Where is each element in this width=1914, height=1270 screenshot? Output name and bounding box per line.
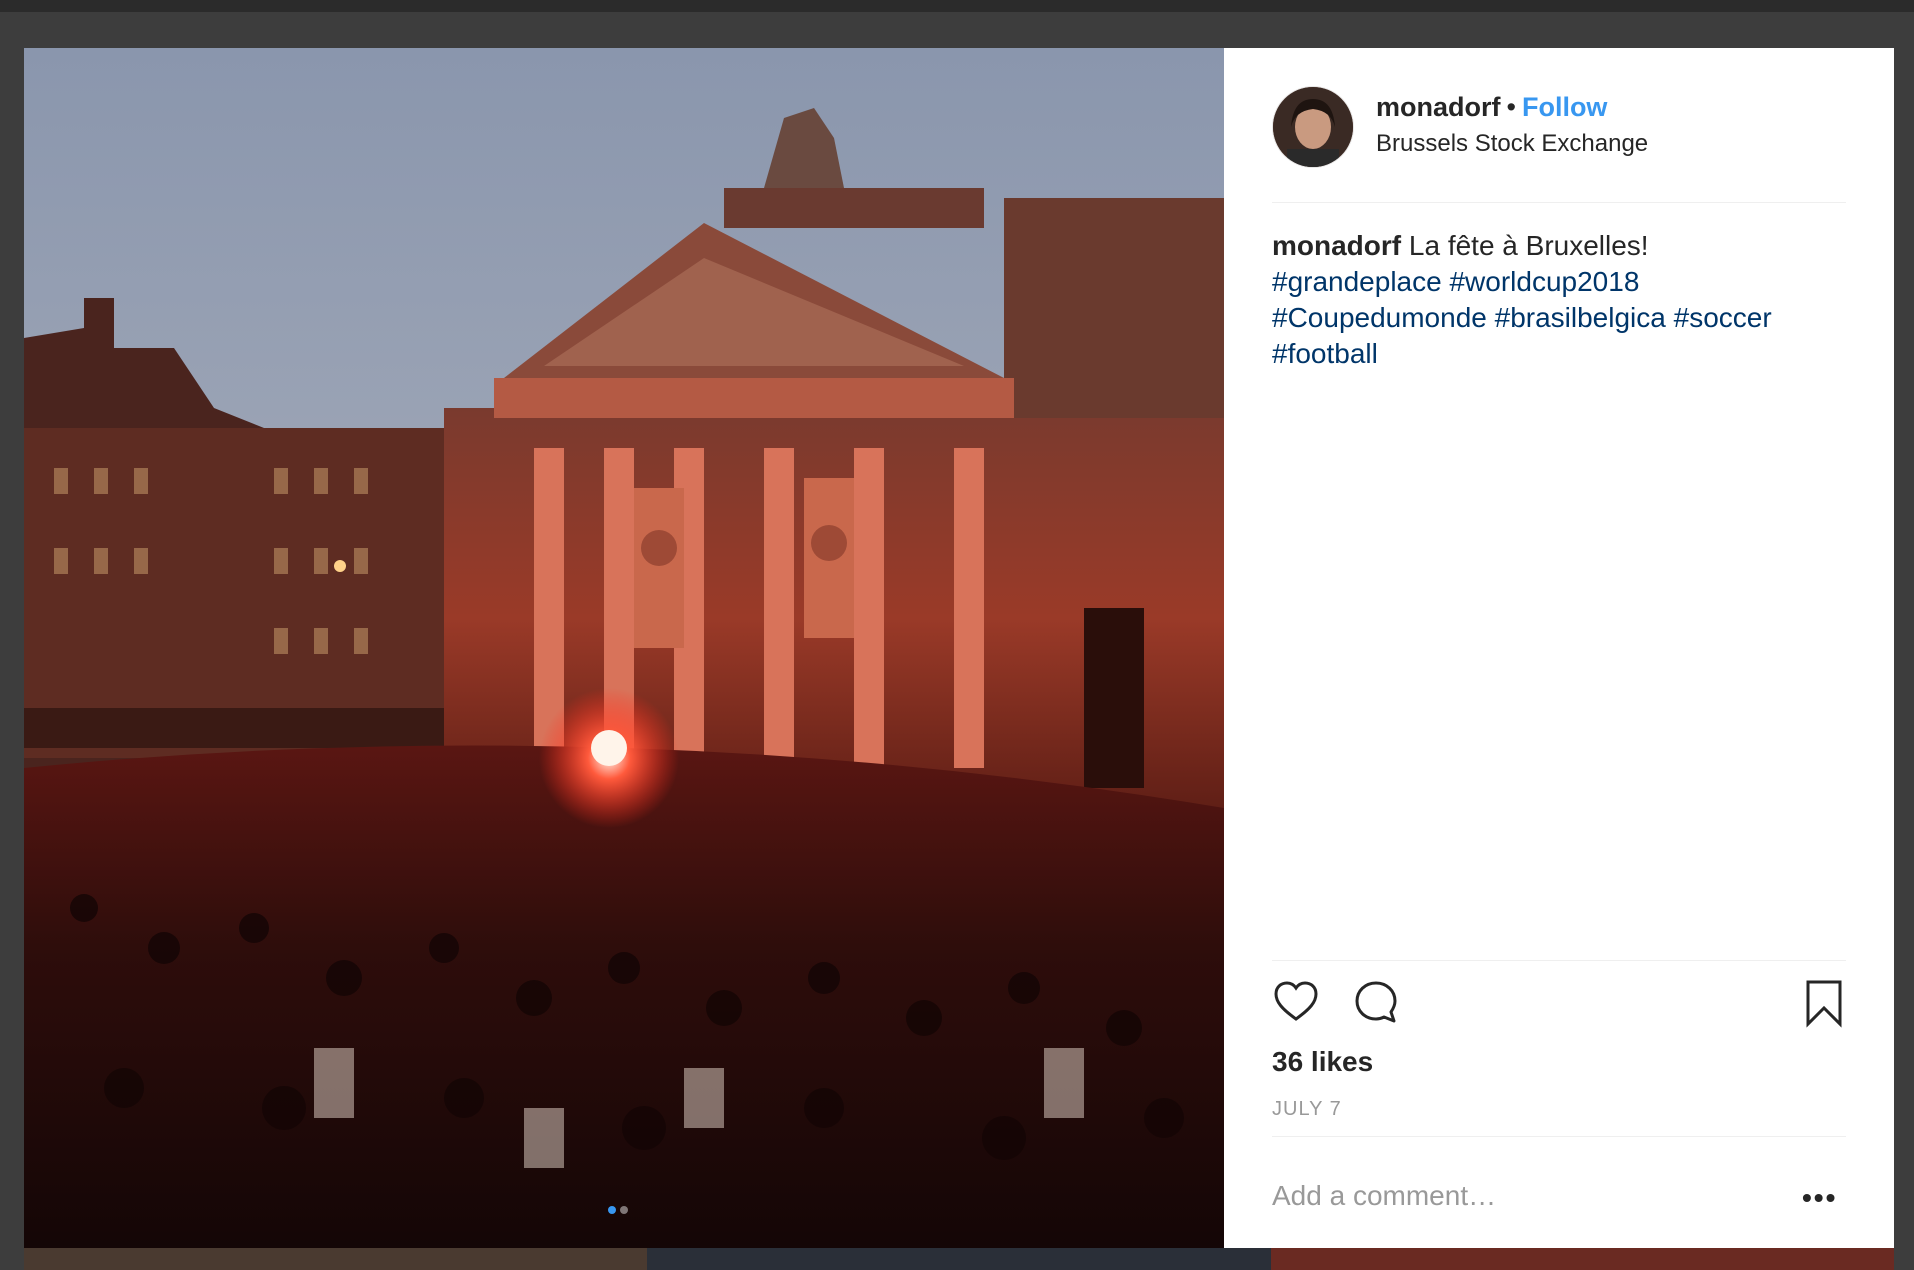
background-grid-strip bbox=[24, 1248, 1894, 1270]
divider bbox=[1272, 1136, 1846, 1137]
background-thumbnail bbox=[1270, 1248, 1894, 1270]
carousel-dot[interactable] bbox=[620, 1206, 628, 1214]
post-date[interactable]: JULY 7 bbox=[1272, 1098, 1342, 1121]
heart-icon[interactable] bbox=[1272, 978, 1320, 1031]
carousel-dot-active[interactable] bbox=[608, 1206, 616, 1214]
user-line: monadorf • Follow bbox=[1376, 92, 1607, 123]
carousel-indicator bbox=[608, 1206, 628, 1214]
caption-text: La fête à Bruxelles! bbox=[1408, 230, 1649, 261]
comment-bubble-icon[interactable] bbox=[1352, 978, 1400, 1031]
follow-button[interactable]: Follow bbox=[1522, 92, 1607, 122]
window-top-bar bbox=[0, 0, 1914, 12]
post-photo[interactable] bbox=[24, 48, 1224, 1248]
post-modal: monadorf • Follow Brussels Stock Exchange … bbox=[24, 48, 1894, 1248]
background-thumbnail bbox=[647, 1248, 1271, 1270]
post-details-panel: monadorf • Follow Brussels Stock Exchange … bbox=[1224, 48, 1894, 1248]
hashtag-link[interactable]: #grandeplace bbox=[1272, 266, 1442, 297]
caption-username[interactable]: monadorf bbox=[1272, 230, 1401, 261]
username-link[interactable]: monadorf bbox=[1376, 92, 1501, 122]
hashtag-link[interactable]: #brasilbelgica bbox=[1495, 302, 1666, 333]
hashtag-link[interactable]: #Coupedumonde bbox=[1272, 302, 1487, 333]
divider bbox=[1272, 960, 1846, 961]
background-thumbnail bbox=[24, 1248, 648, 1270]
more-options-icon[interactable]: ••• bbox=[1802, 1182, 1837, 1214]
separator-dot: • bbox=[1506, 92, 1516, 122]
like-count[interactable]: 36 likes bbox=[1272, 1046, 1373, 1078]
hashtag-link[interactable]: #worldcup2018 bbox=[1449, 266, 1639, 297]
location-link[interactable]: Brussels Stock Exchange bbox=[1376, 130, 1648, 158]
avatar[interactable] bbox=[1272, 86, 1354, 168]
comment-input[interactable] bbox=[1272, 1176, 1772, 1216]
post-caption: monadorf La fête à Bruxelles! #grandepla… bbox=[1272, 228, 1846, 372]
post-header: monadorf • Follow Brussels Stock Exchange bbox=[1272, 86, 1846, 203]
bookmark-icon[interactable] bbox=[1802, 978, 1846, 1033]
hashtag-link[interactable]: #soccer bbox=[1674, 302, 1772, 333]
hashtag-link[interactable]: #football bbox=[1272, 338, 1378, 369]
photo-illustration bbox=[24, 48, 1224, 1248]
